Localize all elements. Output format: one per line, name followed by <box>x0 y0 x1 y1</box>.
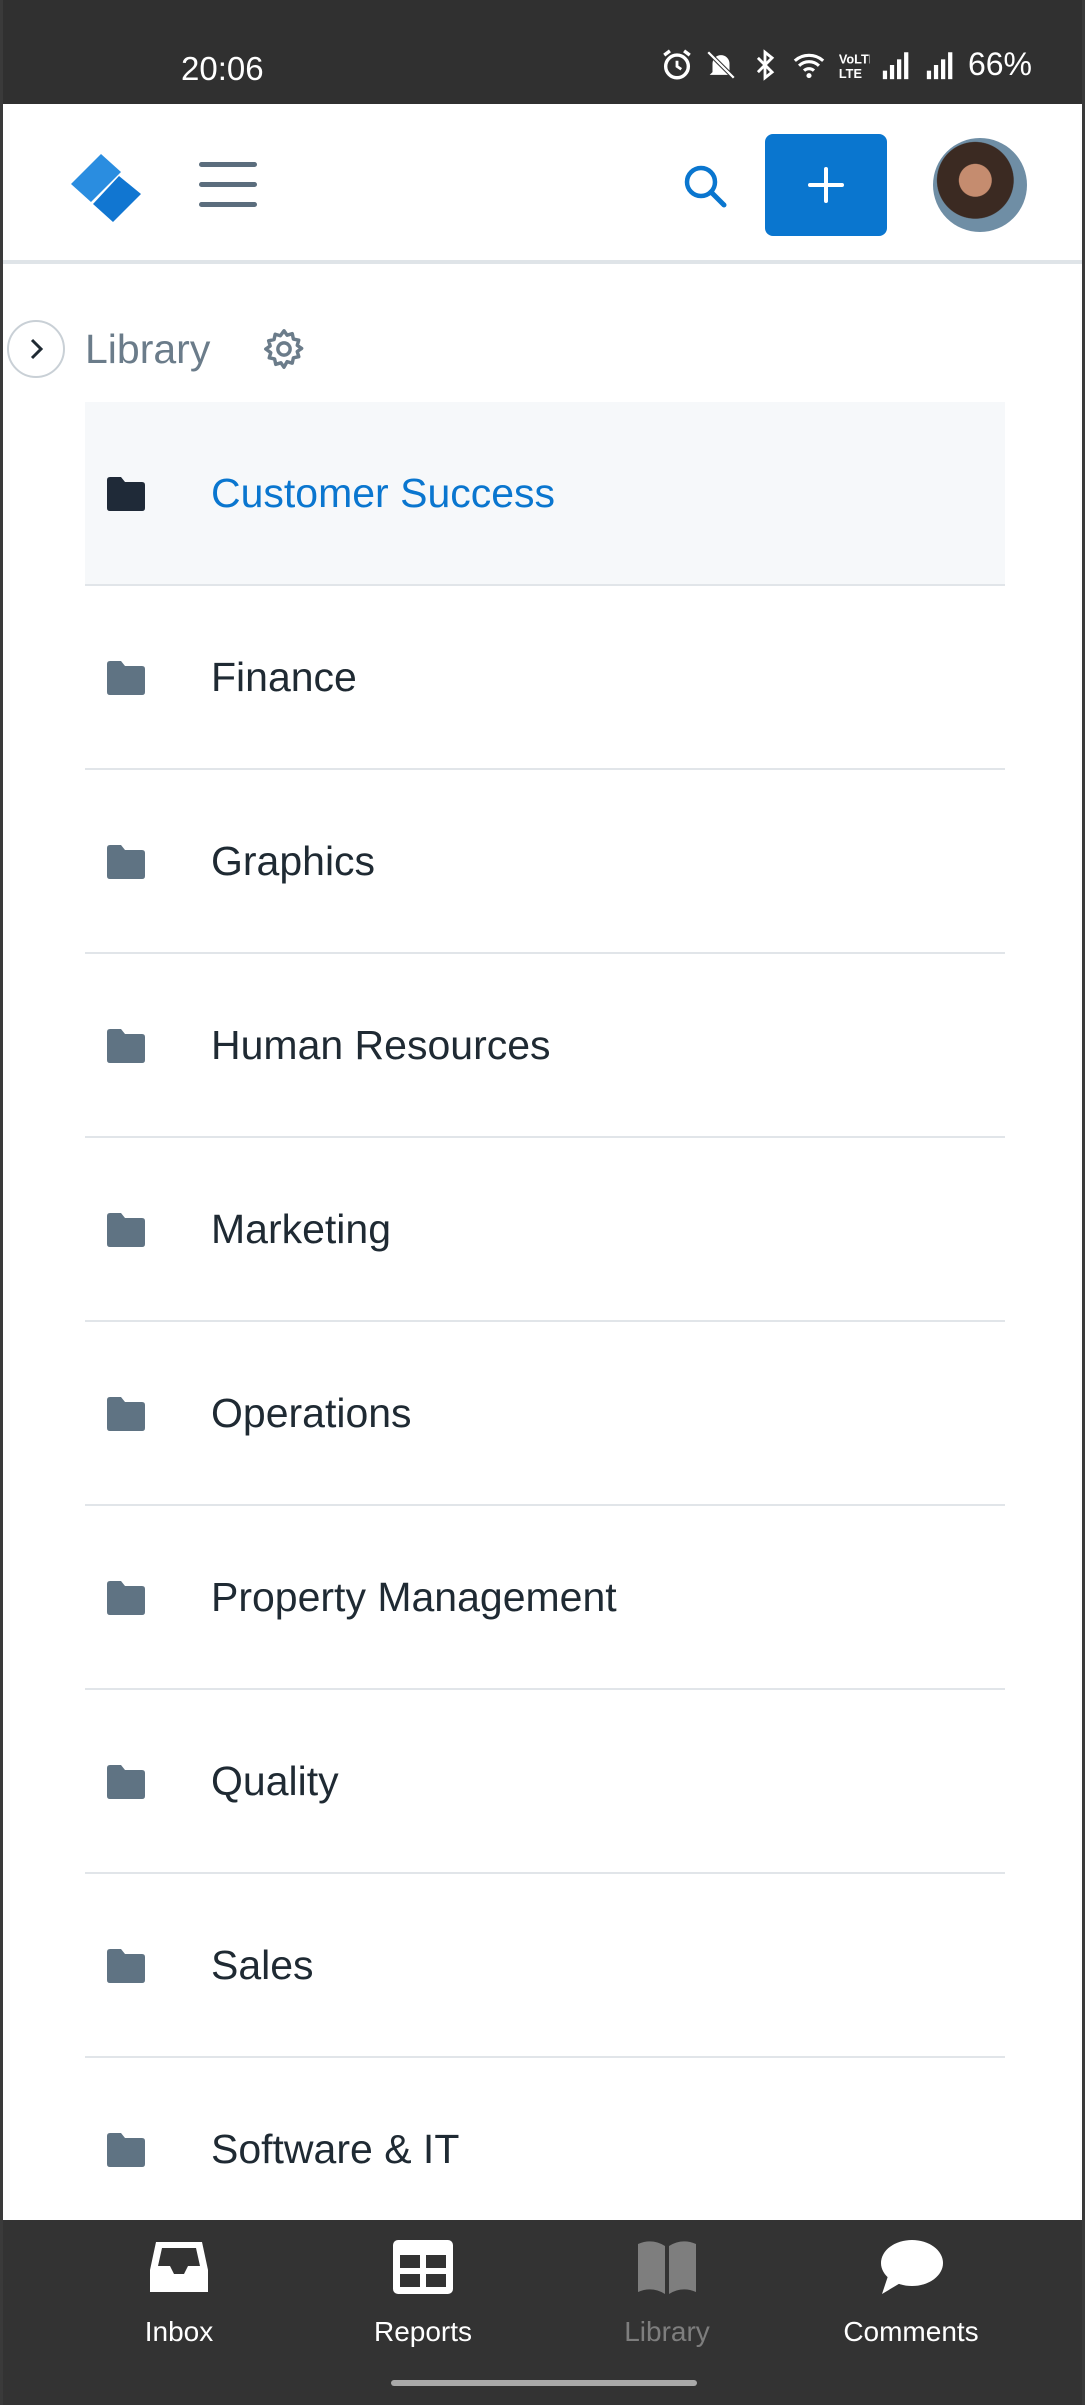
folder-icon <box>107 1397 145 1431</box>
list-item-label: Marketing <box>211 1206 392 1252</box>
signal-icon <box>926 51 953 79</box>
folder-icon <box>107 2133 145 2167</box>
list-item-label: Quality <box>211 1758 339 1804</box>
list-item-label: Operations <box>211 1390 412 1436</box>
app-screen: 20:06 VoLTELTE 66% <box>0 0 1085 2405</box>
breadcrumb: Library <box>3 318 1082 384</box>
list-item-label: Property Management <box>211 1574 617 1620</box>
hamburger-menu-icon[interactable] <box>199 162 257 210</box>
folder-icon <box>107 1581 145 1615</box>
folder-icon <box>107 1765 145 1799</box>
list-item-sales[interactable]: Sales <box>85 1874 1005 2058</box>
nav-library[interactable]: Library <box>567 2236 767 2366</box>
folder-icon <box>107 845 145 879</box>
svg-text:LTE: LTE <box>839 65 862 80</box>
folder-icon <box>107 1213 145 1247</box>
svg-text:VoLTE: VoLTE <box>839 51 870 66</box>
status-bar: 20:06 VoLTELTE 66% <box>3 0 1082 104</box>
folder-icon <box>107 477 145 511</box>
list-item-quality[interactable]: Quality <box>85 1690 1005 1874</box>
list-item-label: Human Resources <box>211 1022 551 1068</box>
nav-inbox[interactable]: Inbox <box>79 2236 279 2366</box>
expand-sidebar-button[interactable] <box>7 320 65 378</box>
list-item-label: Software & IT <box>211 2126 460 2172</box>
library-book-icon <box>638 2241 696 2294</box>
list-item-software-it[interactable]: Software & IT <box>85 2058 1005 2242</box>
chevron-right-icon <box>30 338 44 360</box>
nav-label: Library <box>624 2316 710 2347</box>
list-item-label: Graphics <box>211 838 376 884</box>
folder-icon <box>107 1949 145 1983</box>
add-button[interactable] <box>765 134 887 236</box>
nav-label: Inbox <box>144 2316 214 2347</box>
status-icons: VoLTELTE 66% <box>660 46 1032 83</box>
nav-reports[interactable]: Reports <box>323 2236 523 2366</box>
alarm-icon <box>663 48 691 79</box>
list-item-customer-success[interactable]: Customer Success <box>85 402 1005 586</box>
list-item-marketing[interactable]: Marketing <box>85 1138 1005 1322</box>
bluetooth-icon <box>756 48 775 81</box>
inbox-icon <box>150 2242 208 2292</box>
search-icon[interactable] <box>679 160 731 212</box>
battery-percent: 66% <box>967 46 1032 82</box>
volte-icon: VoLTELTE <box>839 51 870 80</box>
list-item-property-management[interactable]: Property Management <box>85 1506 1005 1690</box>
app-header <box>3 104 1082 264</box>
folder-list: Customer Success Finance Graphics Human … <box>85 402 1005 2242</box>
list-item-label: Sales <box>211 1942 314 1988</box>
list-item-label: Finance <box>211 654 357 700</box>
reports-icon <box>393 2240 453 2294</box>
avatar[interactable] <box>933 138 1027 232</box>
list-item-finance[interactable]: Finance <box>85 586 1005 770</box>
gear-icon[interactable] <box>261 326 307 372</box>
nav-comments[interactable]: Comments <box>811 2236 1011 2366</box>
folder-icon <box>107 661 145 695</box>
mute-icon <box>706 50 736 79</box>
nav-label: Comments <box>843 2316 979 2347</box>
signal-icon <box>882 51 909 79</box>
home-indicator[interactable] <box>391 2380 697 2386</box>
logo-icon[interactable] <box>61 142 149 230</box>
folder-icon <box>107 1029 145 1063</box>
nav-label: Reports <box>373 2316 473 2347</box>
plus-icon <box>808 167 844 203</box>
list-item-human-resources[interactable]: Human Resources <box>85 954 1005 1138</box>
page-title: Library <box>85 326 211 372</box>
comment-icon <box>881 2240 943 2294</box>
bottom-nav: Inbox Reports Library Comments <box>3 2220 1082 2405</box>
status-time: 20:06 <box>181 50 264 87</box>
list-item-operations[interactable]: Operations <box>85 1322 1005 1506</box>
list-item-graphics[interactable]: Graphics <box>85 770 1005 954</box>
list-item-label: Customer Success <box>211 470 556 516</box>
wifi-icon <box>793 53 825 78</box>
